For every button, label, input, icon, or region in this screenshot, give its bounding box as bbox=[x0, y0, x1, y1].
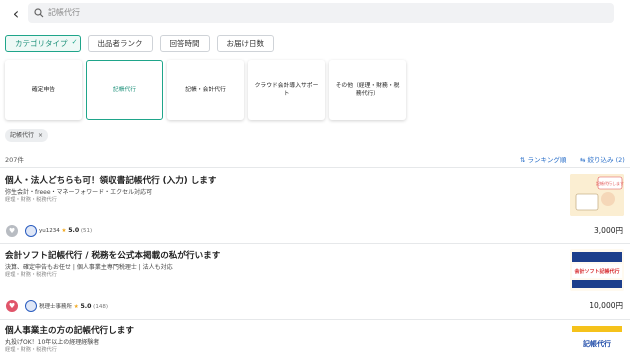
category-label: クラウド会計導入サポート bbox=[254, 83, 319, 97]
top-bar: ‹ 記帳代行 bbox=[0, 0, 630, 28]
category-label: その他（経理・財務・税務代行） bbox=[335, 83, 400, 97]
seller-name: 税理士事務所 bbox=[39, 304, 73, 310]
listing-subtitle: 決算、確定申告もお任せ | 個人事業主専門税理士 | 法人も対応 bbox=[5, 264, 173, 271]
list-item[interactable]: 個人・法人どちらも可！領収書記帳代行 (入力) します 弥生会計・freee・マ… bbox=[0, 167, 630, 243]
thumbnail-caption: 記帳代行 bbox=[583, 339, 611, 348]
category-label: 記帳・会計代行 bbox=[185, 87, 226, 93]
search-query: 記帳代行 bbox=[48, 8, 80, 17]
review-count: (148) bbox=[93, 304, 108, 310]
listing-thumbnail[interactable]: 会計ソフト記帳代行 bbox=[570, 249, 624, 291]
category-card-tax-return[interactable]: 確定申告 bbox=[5, 60, 82, 120]
filter-label: お届け日数 bbox=[226, 39, 265, 48]
thumbnail-caption: 記帳代行します bbox=[596, 180, 624, 186]
category-card-accounting[interactable]: 記帳・会計代行 bbox=[167, 60, 244, 120]
filter-response-time[interactable]: 回答時間 bbox=[159, 35, 210, 52]
close-icon[interactable]: × bbox=[38, 132, 43, 139]
listing-category: 経理・財務・税務代行 bbox=[5, 272, 57, 278]
filter-bar: カテゴリタイプ ✓ 出品者ランク 回答時間 お届け日数 bbox=[5, 35, 274, 52]
review-count: (51) bbox=[80, 228, 93, 234]
category-cards: 確定申告 記帳代行 記帳・会計代行 クラウド会計導入サポート その他（経理・財務… bbox=[5, 60, 406, 120]
tag-label: 記帳代行 bbox=[10, 132, 35, 139]
avatar[interactable] bbox=[25, 225, 37, 237]
listing-subtitle: 丸投げOK！10年以上の経理経験者 bbox=[5, 339, 100, 346]
filter-category-type[interactable]: カテゴリタイプ ✓ bbox=[5, 35, 81, 52]
thumbnail-image: 会計ソフト記帳代行 bbox=[570, 249, 624, 291]
thumbnail-image: 記帳代行 bbox=[570, 324, 624, 354]
narrow-down-button[interactable]: ⇆ 絞り込み (2) bbox=[580, 154, 625, 164]
listing-price: 3,000円 bbox=[594, 226, 623, 235]
favorite-heart-icon[interactable]: ♥ bbox=[6, 300, 18, 312]
back-arrow-icon[interactable]: ‹ bbox=[6, 4, 26, 24]
listing-title[interactable]: 個人事業主の方の記帳代行します bbox=[5, 324, 134, 336]
category-card-cloud-accounting[interactable]: クラウド会計導入サポート bbox=[248, 60, 325, 120]
seller-info: yu1234 ★ 5.0 (51) bbox=[39, 227, 92, 234]
active-filter-tag[interactable]: 記帳代行 × bbox=[5, 129, 49, 142]
seller-name: yu1234 bbox=[39, 228, 60, 234]
filter-label: カテゴリタイプ bbox=[15, 39, 68, 48]
category-card-other[interactable]: その他（経理・財務・税務代行） bbox=[329, 60, 406, 120]
rating-value: 5.0 bbox=[80, 303, 92, 310]
filter-seller-rank[interactable]: 出品者ランク bbox=[87, 35, 153, 52]
listing-subtitle: 弥生会計・freee・マネーフォワード・エクセル対応可 bbox=[5, 189, 153, 196]
search-icon bbox=[34, 8, 44, 18]
filter-label: 回答時間 bbox=[169, 39, 200, 48]
result-count: 207件 bbox=[5, 156, 24, 164]
category-label: 記帳代行 bbox=[112, 87, 137, 93]
seller-info: 税理士事務所 ★ 5.0 (148) bbox=[39, 302, 108, 310]
list-item[interactable]: 個人事業主の方の記帳代行します 丸投げOK！10年以上の経理経験者 経理・財務・… bbox=[0, 319, 630, 354]
category-card-bookkeeping[interactable]: 記帳代行 bbox=[86, 60, 163, 120]
listing-thumbnail[interactable]: 記帳代行 bbox=[570, 324, 624, 354]
ranking-sort-button[interactable]: ⇅ ランキング順 bbox=[520, 154, 566, 164]
listing-thumbnail[interactable]: 記帳代行します bbox=[570, 174, 624, 216]
thumbnail-image: 記帳代行します bbox=[570, 174, 624, 216]
list-item[interactable]: 会計ソフト記帳代行 / 税務を公式本掲載の私が行います 決算、確定申告もお任せ … bbox=[0, 243, 630, 319]
listing-price: 10,000円 bbox=[589, 301, 623, 310]
rating-value: 5.0 bbox=[68, 227, 80, 234]
filter-delivery-days[interactable]: お届け日数 bbox=[216, 35, 274, 52]
listing-title[interactable]: 会計ソフト記帳代行 / 税務を公式本掲載の私が行います bbox=[5, 249, 220, 261]
category-label: 確定申告 bbox=[31, 87, 56, 93]
star-icon: ★ bbox=[61, 228, 67, 234]
check-icon: ✓ bbox=[71, 38, 78, 46]
listing-title[interactable]: 個人・法人どちらも可！領収書記帳代行 (入力) します bbox=[5, 174, 217, 186]
filter-label: 出品者ランク bbox=[97, 39, 143, 48]
star-icon: ★ bbox=[73, 304, 79, 310]
listing-category: 経理・財務・税務代行 bbox=[5, 197, 57, 203]
search-input[interactable]: 記帳代行 bbox=[28, 3, 614, 23]
avatar[interactable] bbox=[25, 300, 37, 312]
favorite-heart-icon[interactable]: ♥ bbox=[6, 225, 18, 237]
listing-category: 経理・財務・税務代行 bbox=[5, 347, 57, 353]
thumbnail-caption: 会計ソフト記帳代行 bbox=[573, 268, 619, 275]
